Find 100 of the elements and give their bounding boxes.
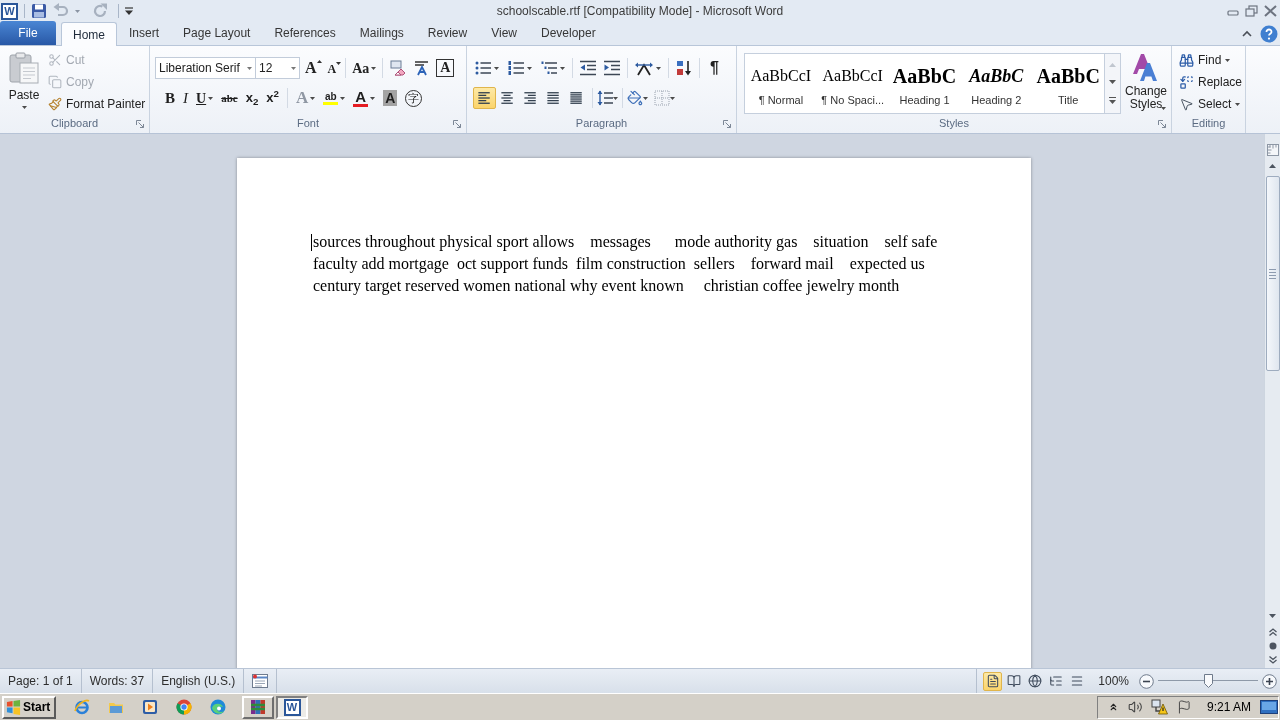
app-logo[interactable]: W <box>1 2 18 20</box>
format-painter-button[interactable]: Format Painter <box>48 93 146 115</box>
show-desktop-icon[interactable] <box>1260 700 1278 714</box>
bullet-list-icon[interactable] <box>475 60 491 76</box>
select-button[interactable]: Select <box>1179 93 1243 115</box>
strikethrough-button[interactable]: abc <box>217 87 242 109</box>
scroll-thumb[interactable] <box>1265 176 1280 371</box>
font-color-button[interactable]: A <box>349 87 380 109</box>
change-case-button[interactable]: Aa <box>350 57 379 79</box>
increase-indent-icon[interactable] <box>604 60 620 76</box>
replace-button[interactable]: Replace <box>1179 71 1243 93</box>
eraser-icon[interactable] <box>390 60 408 76</box>
ribbon-tab[interactable]: Developer <box>528 21 608 45</box>
style-preview[interactable]: AaBbCcI <box>750 54 812 88</box>
dropdown-caret-icon[interactable] <box>1161 107 1166 110</box>
dropdown-caret-icon[interactable] <box>1235 102 1241 106</box>
highlight-button[interactable]: ab <box>319 87 350 109</box>
dropdown-caret-icon[interactable] <box>643 96 648 100</box>
ribbon-tab[interactable]: File <box>0 21 56 45</box>
multilevel-list-icon[interactable] <box>541 60 557 76</box>
paste-button[interactable]: Paste <box>2 46 46 116</box>
zoom-slider[interactable] <box>1158 674 1258 688</box>
phonetic-guide-icon[interactable] <box>413 60 431 76</box>
style-name[interactable]: ¶ No Spaci... <box>821 92 885 109</box>
dropdown-caret-icon[interactable] <box>291 66 296 70</box>
media-player-icon[interactable] <box>142 699 158 715</box>
italic-button[interactable]: I <box>179 87 192 109</box>
close-icon[interactable] <box>1264 5 1277 17</box>
dropdown-caret-icon[interactable] <box>613 96 618 100</box>
style-preview[interactable]: AaBbC <box>1036 54 1100 88</box>
decrease-indent-icon[interactable] <box>580 60 596 76</box>
paint-bucket-icon[interactable] <box>627 90 643 106</box>
ruler-toggle-icon[interactable] <box>1266 144 1279 156</box>
ribbon-tab[interactable]: Page Layout <box>171 21 263 45</box>
zoom-in-icon[interactable] <box>1262 673 1277 689</box>
character-shading-button[interactable]: A <box>379 87 402 109</box>
customize-toolbar-icon[interactable] <box>125 7 133 15</box>
style-preview[interactable]: AaBbC <box>892 54 957 88</box>
taskbar-window-button[interactable]: W <box>276 695 308 719</box>
next-page-icon[interactable] <box>1268 656 1277 664</box>
sort-icon[interactable] <box>676 60 692 76</box>
underline-button[interactable]: U <box>192 87 218 109</box>
wave-icon[interactable] <box>210 699 226 715</box>
dropdown-caret-icon[interactable] <box>370 96 376 100</box>
view-button[interactable] <box>983 671 1003 691</box>
superscript-button[interactable]: x$^{2}$ <box>262 87 283 109</box>
dropdown-caret-icon[interactable] <box>560 66 565 70</box>
change-styles-button[interactable]: Change Styles <box>1123 46 1169 116</box>
dialog-launcher-icon[interactable] <box>453 119 461 128</box>
font-name-field[interactable]: Liberation Serif <box>155 57 256 79</box>
help-icon[interactable] <box>1260 24 1278 43</box>
style-preview[interactable]: AaBbC <box>969 54 1024 88</box>
ribbon-tab[interactable]: Review <box>415 21 480 45</box>
ribbon-tab[interactable]: Insert <box>117 21 172 45</box>
dropdown-caret-icon[interactable] <box>656 66 661 70</box>
dialog-launcher-icon[interactable] <box>723 119 731 128</box>
browse-object-icon[interactable] <box>1268 642 1277 650</box>
dropdown-caret-icon[interactable] <box>21 106 27 109</box>
segmented-ring-icon[interactable] <box>176 699 192 715</box>
gallery-more-icon[interactable] <box>1109 97 1117 105</box>
show-hidden-icons-icon[interactable] <box>1108 701 1119 713</box>
zoom-level-button[interactable]: 100% <box>1098 672 1129 690</box>
start-button[interactable]: Start <box>2 695 56 719</box>
gallery-scroll-down-icon[interactable] <box>1109 80 1117 84</box>
dialog-launcher-icon[interactable] <box>136 119 144 128</box>
style-name[interactable]: Heading 1 <box>899 92 950 109</box>
dropdown-caret-icon[interactable] <box>494 66 499 70</box>
dropdown-caret-icon[interactable] <box>527 66 532 70</box>
style-name[interactable]: Title <box>1057 92 1079 109</box>
speaker-icon[interactable] <box>1127 699 1143 715</box>
dropdown-caret-icon[interactable] <box>670 96 675 100</box>
save-icon[interactable] <box>31 3 47 19</box>
network-warning-icon[interactable] <box>1151 699 1169 715</box>
character-border-button[interactable]: A <box>436 59 455 77</box>
ribbon-tab[interactable]: View <box>479 21 529 45</box>
scaling-arrows-icon[interactable] <box>635 60 653 76</box>
font-size-field[interactable]: 12 <box>256 57 300 79</box>
grow-font-button[interactable]: A <box>305 57 322 79</box>
collapse-ribbon-icon[interactable] <box>1242 30 1252 37</box>
browser-icon[interactable] <box>74 699 90 715</box>
bold-button[interactable]: B <box>161 87 179 109</box>
ribbon-tab[interactable]: References <box>262 21 348 45</box>
dropdown-caret-icon[interactable] <box>247 66 252 70</box>
dialog-launcher-icon[interactable] <box>1158 119 1166 128</box>
numbered-list-icon[interactable] <box>508 60 524 76</box>
zoom-out-icon[interactable] <box>1139 673 1154 689</box>
style-preview[interactable]: AaBbCcI <box>822 54 883 88</box>
line-spacing-icon[interactable] <box>597 90 613 106</box>
previous-page-icon[interactable] <box>1268 628 1277 636</box>
dropdown-caret-icon[interactable] <box>340 96 346 100</box>
zoom-slider-thumb[interactable] <box>1203 674 1213 688</box>
sheet-icon[interactable] <box>252 674 269 688</box>
restore-icon[interactable] <box>1245 5 1258 17</box>
style-name[interactable]: Heading 2 <box>971 92 1022 109</box>
scroll-down-icon[interactable] <box>1269 614 1276 618</box>
dropdown-caret-icon[interactable] <box>1225 58 1231 62</box>
show-formatting-marks-button[interactable]: ¶ <box>707 57 722 79</box>
find-button[interactable]: Find <box>1179 49 1243 71</box>
shrink-font-button[interactable]: A <box>327 57 342 79</box>
scroll-up-icon[interactable] <box>1269 164 1276 168</box>
